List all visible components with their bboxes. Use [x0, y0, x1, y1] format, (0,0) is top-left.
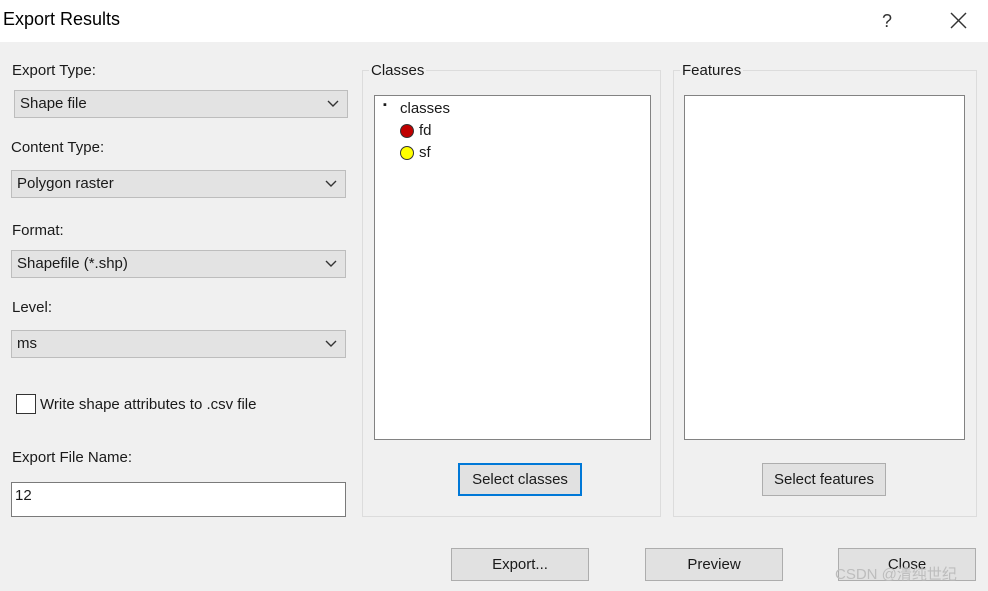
title-bar: Export Results ? [0, 0, 988, 42]
dialog-title: Export Results [3, 9, 121, 29]
write-csv-checkbox[interactable] [16, 394, 36, 414]
chevron-down-icon [325, 260, 337, 267]
level-label: Level: [12, 299, 53, 316]
format-label: Format: [12, 222, 64, 239]
chevron-down-icon [327, 100, 339, 107]
tree-item-sf[interactable]: sf [419, 144, 431, 161]
content-type-label: Content Type: [11, 139, 105, 156]
export-type-value: Shape file [20, 95, 87, 112]
export-type-select[interactable]: Shape file [14, 90, 348, 118]
close-icon[interactable] [942, 6, 974, 36]
chevron-down-icon [325, 340, 337, 347]
features-list[interactable] [684, 95, 965, 440]
classes-tree[interactable]: ▪ classes fd sf [374, 95, 651, 440]
tree-root-classes[interactable]: classes [400, 100, 450, 117]
file-name-label: Export File Name: [12, 449, 133, 466]
level-value: ms [17, 335, 37, 352]
file-name-input[interactable]: 12 [11, 482, 346, 517]
tree-item-fd[interactable]: fd [419, 122, 432, 139]
export-button[interactable]: Export... [451, 548, 589, 581]
watermark: CSDN @清纯世纪 [835, 566, 957, 583]
class-color-icon [400, 124, 414, 138]
features-group-label: Features [680, 62, 744, 79]
content-type-select[interactable]: Polygon raster [11, 170, 346, 198]
preview-button[interactable]: Preview [645, 548, 783, 581]
tree-bullet-icon: ▪ [383, 99, 387, 111]
select-classes-button[interactable]: Select classes [458, 463, 582, 496]
content-type-value: Polygon raster [17, 175, 114, 192]
chevron-down-icon [325, 180, 337, 187]
format-select[interactable]: Shapefile (*.shp) [11, 250, 346, 278]
select-features-button[interactable]: Select features [762, 463, 886, 496]
level-select[interactable]: ms [11, 330, 346, 358]
export-type-label: Export Type: [12, 62, 96, 79]
help-button[interactable]: ? [872, 6, 902, 36]
write-csv-label[interactable]: Write shape attributes to .csv file [40, 396, 256, 413]
class-color-icon [400, 146, 414, 160]
classes-group-label: Classes [369, 62, 427, 79]
format-value: Shapefile (*.shp) [17, 255, 128, 272]
